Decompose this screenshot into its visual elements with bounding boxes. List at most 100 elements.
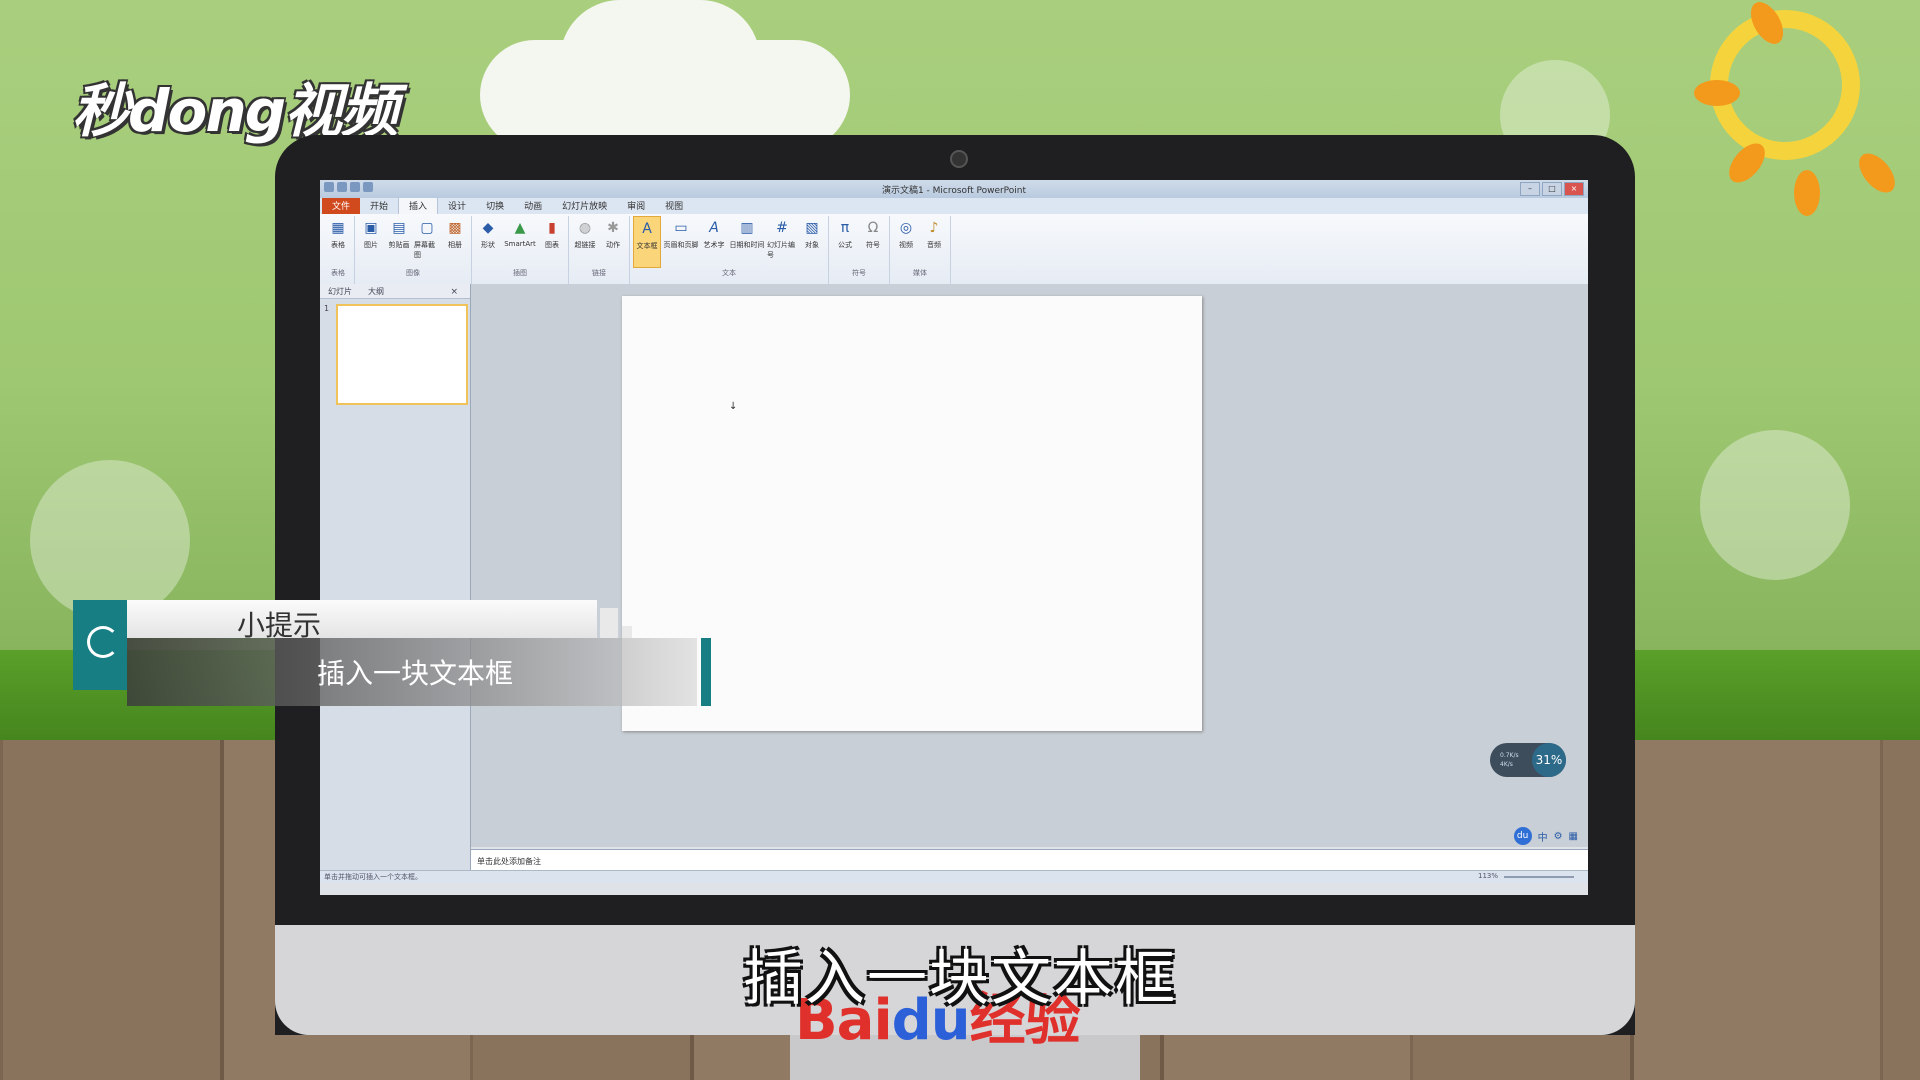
group-label: 图像	[406, 269, 420, 277]
shapes-button[interactable]: ◆ 形状	[475, 216, 501, 268]
tab-design[interactable]: 设计	[438, 197, 476, 214]
audio-button[interactable]: ♪ 音频	[921, 216, 947, 268]
table-button[interactable]: ▦ 表格	[325, 216, 351, 268]
tab-slideshow[interactable]: 幻灯片放映	[552, 197, 617, 214]
table-icon: ▦	[331, 220, 345, 236]
download-speed: 4K/s	[1500, 761, 1513, 768]
video-subtitle: 插入一块文本框	[743, 944, 1177, 1014]
equation-button[interactable]: π 公式	[832, 216, 858, 268]
slide-thumbnail-number: 1	[324, 304, 330, 313]
memory-percent: 31%	[1532, 743, 1566, 777]
ime-toolbar: du 中 ⚙ ▦	[1513, 827, 1578, 845]
group-label: 链接	[592, 269, 606, 277]
datetime-button-label: 日期和时间	[729, 241, 765, 249]
ribbon: ▦ 表格 表格 ▣ 图片 ▤ 剪贴画 ▢ 屏幕截图 ▩ 相册 图像 ◆ 形状 ▲ SmartA…	[320, 214, 1588, 285]
audio-button-label: 音频	[927, 241, 941, 249]
slides-panel: 幻灯片 大纲 × 1	[320, 284, 471, 883]
status-bar: 单击并拖动可插入一个文本框。 113%	[320, 870, 1588, 883]
workspace: 幻灯片 大纲 × 1 ↓ 0.7K/s 4K/s 31% 单击此处添加备注 du…	[320, 284, 1588, 883]
tab-insert[interactable]: 插入	[398, 196, 439, 214]
ime-grid-icon[interactable]: ▦	[1569, 831, 1578, 842]
video-icon: ◎	[899, 220, 913, 236]
wordart-button[interactable]: A 艺术字	[701, 216, 727, 268]
screenshot-button[interactable]: ▢ 屏幕截图	[414, 216, 440, 268]
tip-decor	[600, 608, 618, 638]
status-text: 单击并拖动可插入一个文本框。	[324, 873, 422, 881]
group-images: ▣ 图片 ▤ 剪贴画 ▢ 屏幕截图 ▩ 相册 图像	[355, 216, 472, 284]
picture-icon: ▣	[364, 220, 378, 236]
maximize-button[interactable]: □	[1542, 182, 1562, 196]
chart-icon: ▮	[548, 220, 556, 236]
header-footer-button-label: 页眉和页脚	[663, 241, 699, 249]
hyperlink-icon: ◍	[578, 220, 592, 236]
object-icon: ▧	[805, 220, 819, 236]
video-button[interactable]: ◎ 视频	[893, 216, 919, 268]
album-button[interactable]: ▩ 相册	[442, 216, 468, 268]
tab-review[interactable]: 审阅	[617, 197, 655, 214]
chart-button-label: 图表	[545, 241, 559, 249]
tip-body-text: 插入一块文本框	[317, 657, 514, 690]
group-symbols: π 公式 Ω 符号 符号	[829, 216, 890, 284]
minimize-button[interactable]: –	[1520, 182, 1540, 196]
sun-ray	[1694, 80, 1740, 106]
slide-editing-area[interactable]: ↓ 0.7K/s 4K/s 31%	[471, 284, 1588, 847]
screenshot-button-label: 屏幕截图	[414, 241, 435, 259]
hyperlink-button[interactable]: ◍ 超链接	[572, 216, 598, 268]
zoom-level[interactable]: 113%	[1478, 872, 1498, 880]
bokeh	[30, 460, 190, 620]
action-button-label: 动作	[606, 241, 620, 249]
powerpoint-window: 演示文稿1 - Microsoft PowerPoint – □ × 文件 开始…	[320, 180, 1588, 895]
tab-outline[interactable]: 大纲	[360, 284, 392, 298]
group-label: 文本	[722, 269, 736, 277]
camera-icon	[950, 150, 968, 168]
wordart-button-label: 艺术字	[703, 241, 725, 249]
upload-speed: 0.7K/s	[1500, 752, 1519, 759]
tab-file[interactable]: 文件	[322, 197, 361, 214]
smartart-icon: ▲	[514, 220, 526, 236]
tab-home[interactable]: 开始	[360, 197, 398, 214]
group-media: ◎ 视频 ♪ 音频 媒体	[890, 216, 951, 284]
header-footer-button[interactable]: ▭ 页眉和页脚	[663, 216, 699, 268]
close-button[interactable]: ×	[1564, 182, 1584, 196]
shapes-icon: ◆	[482, 220, 494, 236]
action-button[interactable]: ✱ 动作	[600, 216, 626, 268]
close-icon[interactable]: ×	[442, 285, 466, 299]
datetime-button[interactable]: ▥ 日期和时间	[729, 216, 765, 268]
table-button-label: 表格	[331, 241, 345, 249]
baidu-ime-icon[interactable]: du	[1513, 827, 1532, 845]
tab-slides[interactable]: 幻灯片	[320, 284, 360, 298]
ribbon-tabs: 文件 开始 插入 设计 切换 动画 幻灯片放映 审阅 视图	[320, 196, 1588, 214]
title-bar: 演示文稿1 - Microsoft PowerPoint – □ ×	[320, 180, 1588, 198]
symbol-button[interactable]: Ω 符号	[860, 216, 886, 268]
slide-number-button[interactable]: # 幻灯片编号	[767, 216, 797, 268]
object-button-label: 对象	[805, 241, 819, 249]
network-speed-widget: 0.7K/s 4K/s 31%	[1490, 743, 1566, 777]
header-footer-icon: ▭	[674, 220, 688, 236]
zoom-slider[interactable]	[1504, 876, 1574, 878]
tab-transitions[interactable]: 切换	[476, 197, 514, 214]
clipart-button[interactable]: ▤ 剪贴画	[386, 216, 412, 268]
sun-ray	[1852, 147, 1902, 199]
ime-settings-icon[interactable]: ⚙	[1554, 831, 1563, 842]
tip-decor	[622, 626, 632, 638]
window-title: 演示文稿1 - Microsoft PowerPoint	[881, 186, 1027, 196]
tab-view[interactable]: 视图	[655, 197, 693, 214]
audio-icon: ♪	[929, 220, 939, 236]
textbox-button[interactable]: A 文本框	[633, 216, 661, 268]
smartart-button[interactable]: ▲ SmartArt	[503, 216, 537, 268]
textbox-icon: A	[642, 221, 652, 237]
shapes-button-label: 形状	[481, 241, 495, 249]
omega-icon: Ω	[867, 220, 879, 236]
notes-pane[interactable]: 单击此处添加备注	[471, 849, 1588, 871]
object-button[interactable]: ▧ 对象	[799, 216, 825, 268]
picture-button[interactable]: ▣ 图片	[358, 216, 384, 268]
group-tables: ▦ 表格 表格	[322, 216, 355, 284]
bulb-outline	[87, 626, 119, 658]
tab-animations[interactable]: 动画	[514, 197, 552, 214]
group-label: 媒体	[913, 269, 927, 277]
hyperlink-button-label: 超链接	[574, 241, 596, 249]
chart-button[interactable]: ▮ 图表	[539, 216, 565, 268]
datetime-icon: ▥	[740, 220, 754, 236]
slide-thumbnail[interactable]	[336, 304, 468, 405]
ime-mode[interactable]: 中	[1538, 829, 1548, 844]
